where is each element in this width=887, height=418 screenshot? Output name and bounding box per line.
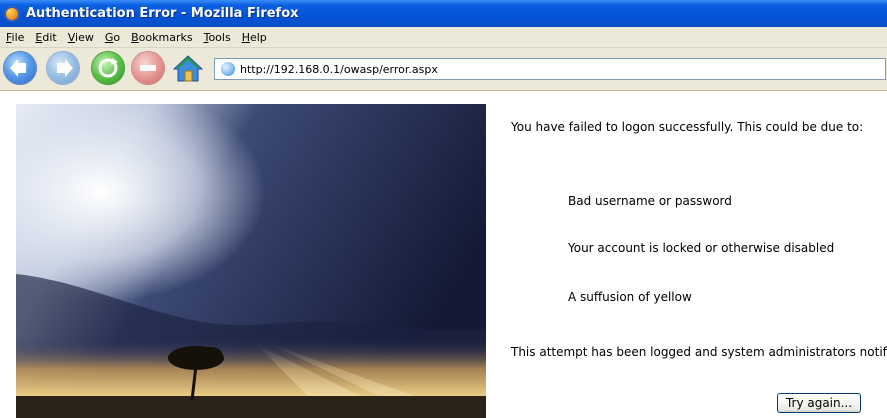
- storm-landscape-image: [16, 104, 486, 418]
- back-button[interactable]: [4, 52, 36, 84]
- back-arrow-icon: [10, 59, 26, 77]
- reason-item: Bad username or password: [568, 194, 732, 208]
- try-again-button[interactable]: Try again...: [777, 393, 861, 413]
- menu-bookmarks[interactable]: Bookmarks: [130, 30, 193, 45]
- reload-button[interactable]: [92, 52, 124, 84]
- firefox-logo-icon: [4, 5, 20, 22]
- reason-item: A suffusion of yellow: [568, 290, 692, 304]
- stop-icon: [140, 65, 156, 71]
- home-icon: [172, 55, 204, 82]
- forward-button[interactable]: [47, 52, 79, 84]
- menu-edit[interactable]: Edit: [34, 30, 57, 45]
- reload-icon: [98, 58, 118, 78]
- menu-bar: File Edit View Go Bookmarks Tools Help: [0, 27, 887, 48]
- failure-message: You have failed to logon successfully. T…: [511, 120, 864, 134]
- menu-help[interactable]: Help: [241, 30, 268, 45]
- window-title: Authentication Error - Mozilla Firefox: [26, 6, 299, 21]
- menu-view[interactable]: View: [67, 30, 95, 45]
- navigation-toolbar: http://192.168.0.1/owasp/error.aspx: [0, 48, 887, 91]
- title-bar: Authentication Error - Mozilla Firefox: [0, 0, 887, 27]
- home-button[interactable]: [172, 52, 204, 84]
- page-globe-icon: [221, 62, 235, 76]
- menu-file[interactable]: File: [5, 30, 25, 45]
- reason-item: Your account is locked or otherwise disa…: [568, 241, 835, 255]
- address-bar[interactable]: http://192.168.0.1/owasp/error.aspx: [214, 58, 886, 80]
- logged-notice: This attempt has been logged and system …: [511, 345, 887, 359]
- menu-tools[interactable]: Tools: [203, 30, 232, 45]
- url-text[interactable]: http://192.168.0.1/owasp/error.aspx: [240, 63, 438, 76]
- forward-arrow-icon: [57, 59, 73, 77]
- stop-button[interactable]: [132, 52, 164, 84]
- menu-go[interactable]: Go: [104, 30, 121, 45]
